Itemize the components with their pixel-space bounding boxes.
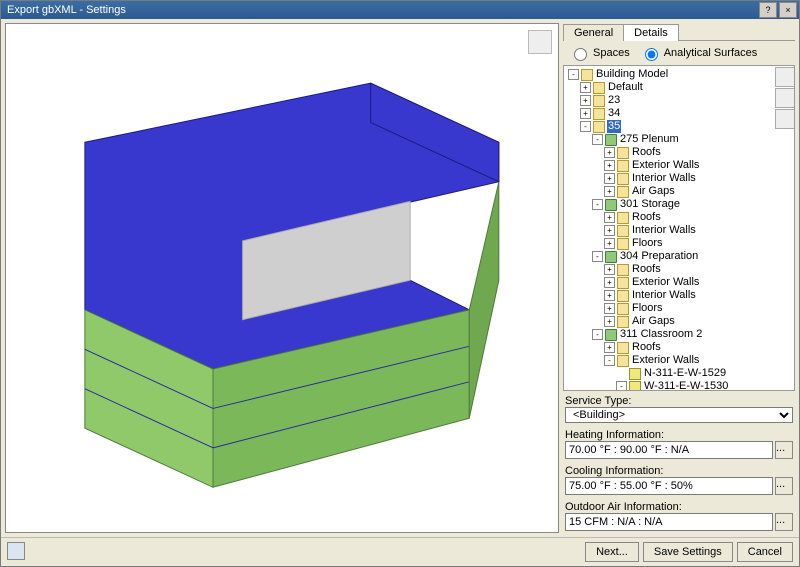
tree-item[interactable]: Default	[607, 81, 644, 94]
service-type-select[interactable]: <Building>	[565, 407, 793, 423]
tree-space[interactable]: 275 Plenum	[619, 133, 680, 146]
tree-space[interactable]: 311 Classroom 2	[619, 328, 703, 341]
tab-details[interactable]: Details	[623, 24, 679, 41]
outdoor-air-value	[565, 513, 773, 531]
service-type-label: Service Type:	[563, 393, 795, 407]
tree-tool-3-icon[interactable]	[775, 109, 795, 129]
help-icon[interactable]: ?	[759, 2, 777, 18]
space-icon	[605, 134, 617, 146]
viewport-3d[interactable]	[5, 23, 559, 533]
dialog-footer: Next... Save Settings Cancel	[1, 537, 799, 566]
tab-general[interactable]: General	[563, 24, 624, 41]
cooling-label: Cooling Information:	[563, 463, 795, 477]
tree-item[interactable]: 23	[607, 94, 621, 107]
model-icon	[581, 69, 593, 81]
close-icon[interactable]: ×	[779, 2, 797, 18]
status-icon[interactable]	[7, 542, 25, 560]
save-settings-button[interactable]: Save Settings	[643, 542, 733, 562]
tree-space[interactable]: 304 Preparation	[619, 250, 699, 263]
radio-analytical-surfaces[interactable]: Analytical Surfaces	[640, 45, 758, 61]
cooling-value	[565, 477, 773, 495]
tree-view[interactable]: -Building Model +Default +23 +34 -35 -27…	[563, 65, 795, 391]
tree-tool-1-icon[interactable]	[775, 67, 795, 87]
outdoor-air-label: Outdoor Air Information:	[563, 499, 795, 513]
surface-icon	[629, 368, 641, 380]
tree-surface[interactable]: N-311-E-W-1529	[643, 367, 727, 380]
building-model-render	[6, 24, 558, 533]
tree-tool-2-icon[interactable]	[775, 88, 795, 108]
heating-value	[565, 441, 773, 459]
tree-root[interactable]: Building Model	[595, 68, 669, 81]
window-title: Export gbXML - Settings	[3, 4, 757, 16]
tree-item-selected[interactable]: 35	[607, 120, 621, 133]
cancel-button[interactable]: Cancel	[737, 542, 793, 562]
tree-item[interactable]: 34	[607, 107, 621, 120]
next-button[interactable]: Next...	[585, 542, 639, 562]
export-dialog: Export gbXML - Settings ? ×	[0, 0, 800, 567]
details-panel: General Details Spaces Analytical Surfac…	[563, 23, 795, 533]
heating-label: Heating Information:	[563, 427, 795, 441]
tree-space[interactable]: 301 Storage	[619, 198, 681, 211]
collapse-icon[interactable]: -	[568, 69, 579, 80]
heating-edit-button[interactable]: ...	[775, 441, 793, 459]
radio-spaces[interactable]: Spaces	[569, 45, 630, 61]
titlebar[interactable]: Export gbXML - Settings ? ×	[1, 1, 799, 19]
cooling-edit-button[interactable]: ...	[775, 477, 793, 495]
outdoor-air-edit-button[interactable]: ...	[775, 513, 793, 531]
